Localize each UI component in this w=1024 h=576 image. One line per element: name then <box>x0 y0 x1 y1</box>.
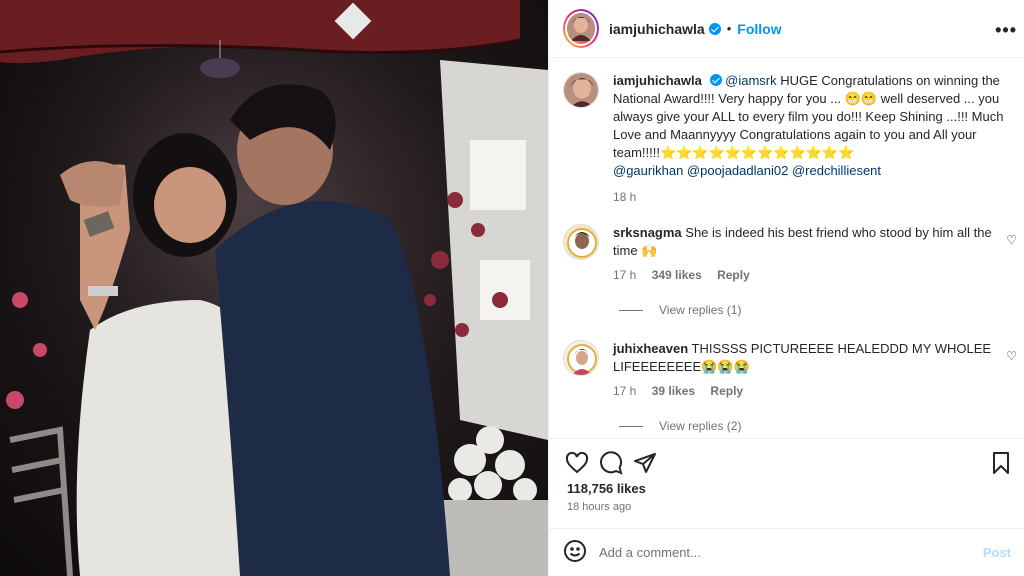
post-comment-button[interactable]: Post <box>983 545 1011 560</box>
caption-mention[interactable]: @iamsrk <box>725 73 776 88</box>
verified-badge-icon <box>708 22 721 35</box>
replies-divider <box>619 309 643 311</box>
reply-button[interactable]: Reply <box>710 384 743 398</box>
caption-meta: 18 h <box>613 188 1005 206</box>
replies-divider <box>619 425 643 427</box>
comment-body: juhixheaven THISSSS PICTUREEEE HEALEDDD … <box>613 340 1005 400</box>
caption-tag[interactable]: @poojadadlani02 <box>687 163 788 178</box>
caption-tag[interactable]: @redchilliesent <box>792 163 881 178</box>
post-photo[interactable] <box>0 0 548 576</box>
post-modal: iamjuhichawla • Follow ••• iamjuhichawla… <box>0 0 1024 576</box>
caption-username[interactable]: iamjuhichawla <box>613 73 702 88</box>
caption-tag[interactable]: @gaurikhan <box>613 163 683 178</box>
author-avatar-image <box>567 13 595 41</box>
commenter-avatar[interactable] <box>563 224 599 260</box>
author-avatar[interactable] <box>563 9 599 48</box>
comment-username[interactable]: srksnagma <box>613 225 682 240</box>
verified-badge-icon <box>709 74 722 86</box>
comment-meta: 17 h 349 likes Reply <box>613 266 1005 284</box>
comment-like-heart-icon[interactable]: ♡ <box>1006 233 1017 247</box>
comments-scroll-area[interactable]: iamjuhichawla @iamsrk HUGE Congratulatio… <box>549 59 1024 438</box>
view-replies-label: View replies (1) <box>659 303 742 317</box>
comment-like-heart-icon[interactable]: ♡ <box>1006 349 1017 363</box>
post-header: iamjuhichawla • Follow ••• <box>549 0 1024 58</box>
commenter-avatar-image <box>564 225 598 259</box>
view-replies-button[interactable]: View replies (2) <box>619 419 741 433</box>
comment-likes[interactable]: 39 likes <box>652 384 695 398</box>
posted-time[interactable]: 18 hours ago <box>567 501 631 513</box>
likes-count[interactable]: 118,756 likes <box>567 481 646 496</box>
emoji-icon[interactable] <box>563 539 587 566</box>
commenter-avatar[interactable] <box>563 340 599 376</box>
caption-time[interactable]: 18 h <box>613 190 636 204</box>
more-icon[interactable]: ••• <box>995 20 1017 41</box>
caption-body: iamjuhichawla @iamsrk HUGE Congratulatio… <box>613 72 1005 206</box>
comment-likes[interactable]: 349 likes <box>652 268 702 282</box>
comment-item: srksnagma She is indeed his best friend … <box>563 224 1005 284</box>
comment-body: srksnagma She is indeed his best friend … <box>613 224 1005 284</box>
comment-meta: 17 h 39 likes Reply <box>613 382 1005 400</box>
bookmark-icon[interactable] <box>981 443 1021 483</box>
comment-username[interactable]: juhixheaven <box>613 341 688 356</box>
share-icon[interactable] <box>625 443 665 483</box>
add-comment-bar: Post <box>549 528 1024 576</box>
reply-button[interactable]: Reply <box>717 268 750 282</box>
caption-avatar[interactable] <box>563 72 599 206</box>
header-separator: • <box>726 21 732 36</box>
author-username[interactable]: iamjuhichawla <box>609 21 705 37</box>
post-side-panel: iamjuhichawla • Follow ••• iamjuhichawla… <box>548 0 1024 576</box>
view-replies-button[interactable]: View replies (1) <box>619 303 741 317</box>
comment-time[interactable]: 17 h <box>613 384 636 398</box>
view-replies-label: View replies (2) <box>659 419 742 433</box>
post-photo-illustration <box>0 0 548 576</box>
commenter-avatar-image <box>564 341 598 375</box>
comment-input[interactable] <box>599 545 983 560</box>
caption-item: iamjuhichawla @iamsrk HUGE Congratulatio… <box>563 72 1005 206</box>
comment-time[interactable]: 17 h <box>613 268 636 282</box>
follow-button[interactable]: Follow <box>737 21 781 37</box>
comment-item: juhixheaven THISSSS PICTUREEEE HEALEDDD … <box>563 340 1005 400</box>
action-icons <box>565 443 667 483</box>
caption-avatar-image <box>564 73 598 107</box>
post-actions: 118,756 likes 18 hours ago <box>549 438 1024 528</box>
